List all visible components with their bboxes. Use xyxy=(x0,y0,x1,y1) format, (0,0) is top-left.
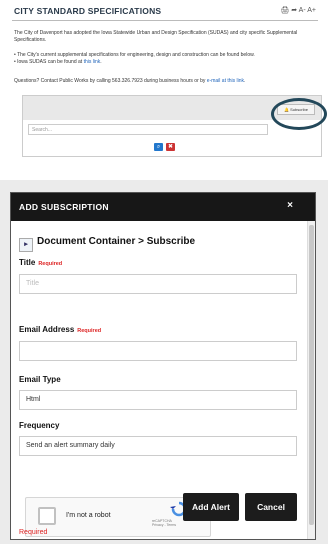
page-tools[interactable]: 🖨 ➦ A- A+ xyxy=(280,6,316,14)
email-link[interactable]: e-mail at this link xyxy=(207,78,244,84)
frequency-label: Frequency xyxy=(19,421,60,430)
questions-prefix: Questions? Contact Public Works by calli… xyxy=(14,78,207,84)
close-icon[interactable]: × xyxy=(287,200,293,211)
modal-header: ADD SUBSCRIPTION × xyxy=(11,193,315,221)
recaptcha-checkbox[interactable] xyxy=(38,507,56,525)
email-input[interactable] xyxy=(19,341,297,361)
title-label-text: Title xyxy=(19,258,36,267)
breadcrumb: ▸ Document Container > Subscribe xyxy=(19,236,195,252)
email-type-select[interactable]: Html xyxy=(19,390,297,410)
add-subscription-modal: ADD SUBSCRIPTION × ▸ Document Container >… xyxy=(10,192,316,540)
bullet-sudas: • Iowa SUDAS can be found at this link. xyxy=(14,59,102,65)
email-type-label: Email Type xyxy=(19,375,61,384)
modal-scrollbar[interactable] xyxy=(307,221,315,539)
page-header: CITY STANDARD SPECIFICATIONS 🖨 ➦ A- A+ xyxy=(12,4,318,21)
document-icon: ▸ xyxy=(19,238,33,252)
highlight-circle xyxy=(271,98,327,130)
recaptcha-privacy-text: Privacy - Terms xyxy=(152,523,177,527)
intro-text: The City of Davenport has adopted the Io… xyxy=(14,30,298,43)
breadcrumb-text: Document Container > Subscribe xyxy=(37,236,196,247)
scrollbar-thumb[interactable] xyxy=(309,225,314,525)
email-label-text: Email Address xyxy=(19,325,75,334)
cancel-button[interactable]: Cancel xyxy=(245,493,297,521)
bullet-supplemental-text: The City's current supplemental specific… xyxy=(17,52,255,58)
title-input[interactable]: Title xyxy=(19,274,297,294)
recaptcha-label: I'm not a robot xyxy=(66,512,111,519)
required-note: Required xyxy=(19,529,48,536)
modal-title: ADD SUBSCRIPTION xyxy=(19,202,109,212)
search-button[interactable]: ⌕ xyxy=(154,143,163,151)
title-label: Title Required xyxy=(19,258,62,267)
clear-button[interactable]: ✖ xyxy=(166,143,175,151)
bullet-supplemental: • The City's current supplemental specif… xyxy=(14,52,255,58)
title-required-tag: Required xyxy=(38,261,63,267)
email-required-tag: Required xyxy=(77,328,102,334)
frequency-select[interactable]: Send an alert summary daily xyxy=(19,436,297,456)
search-icon: ⌕ xyxy=(156,144,161,150)
add-alert-button[interactable]: Add Alert xyxy=(183,493,239,521)
clear-icon: ✖ xyxy=(167,144,174,150)
email-label: Email Address Required xyxy=(19,325,101,334)
questions-text: Questions? Contact Public Works by calli… xyxy=(14,78,246,84)
page-title: CITY STANDARD SPECIFICATIONS xyxy=(14,6,162,16)
search-input[interactable]: Search... xyxy=(28,124,268,135)
bullet-sudas-prefix: Iowa SUDAS can be found at xyxy=(17,59,84,65)
recaptcha-brand: reCAPTCHA Privacy - Terms xyxy=(152,519,176,527)
sudas-link[interactable]: this link xyxy=(84,59,101,65)
